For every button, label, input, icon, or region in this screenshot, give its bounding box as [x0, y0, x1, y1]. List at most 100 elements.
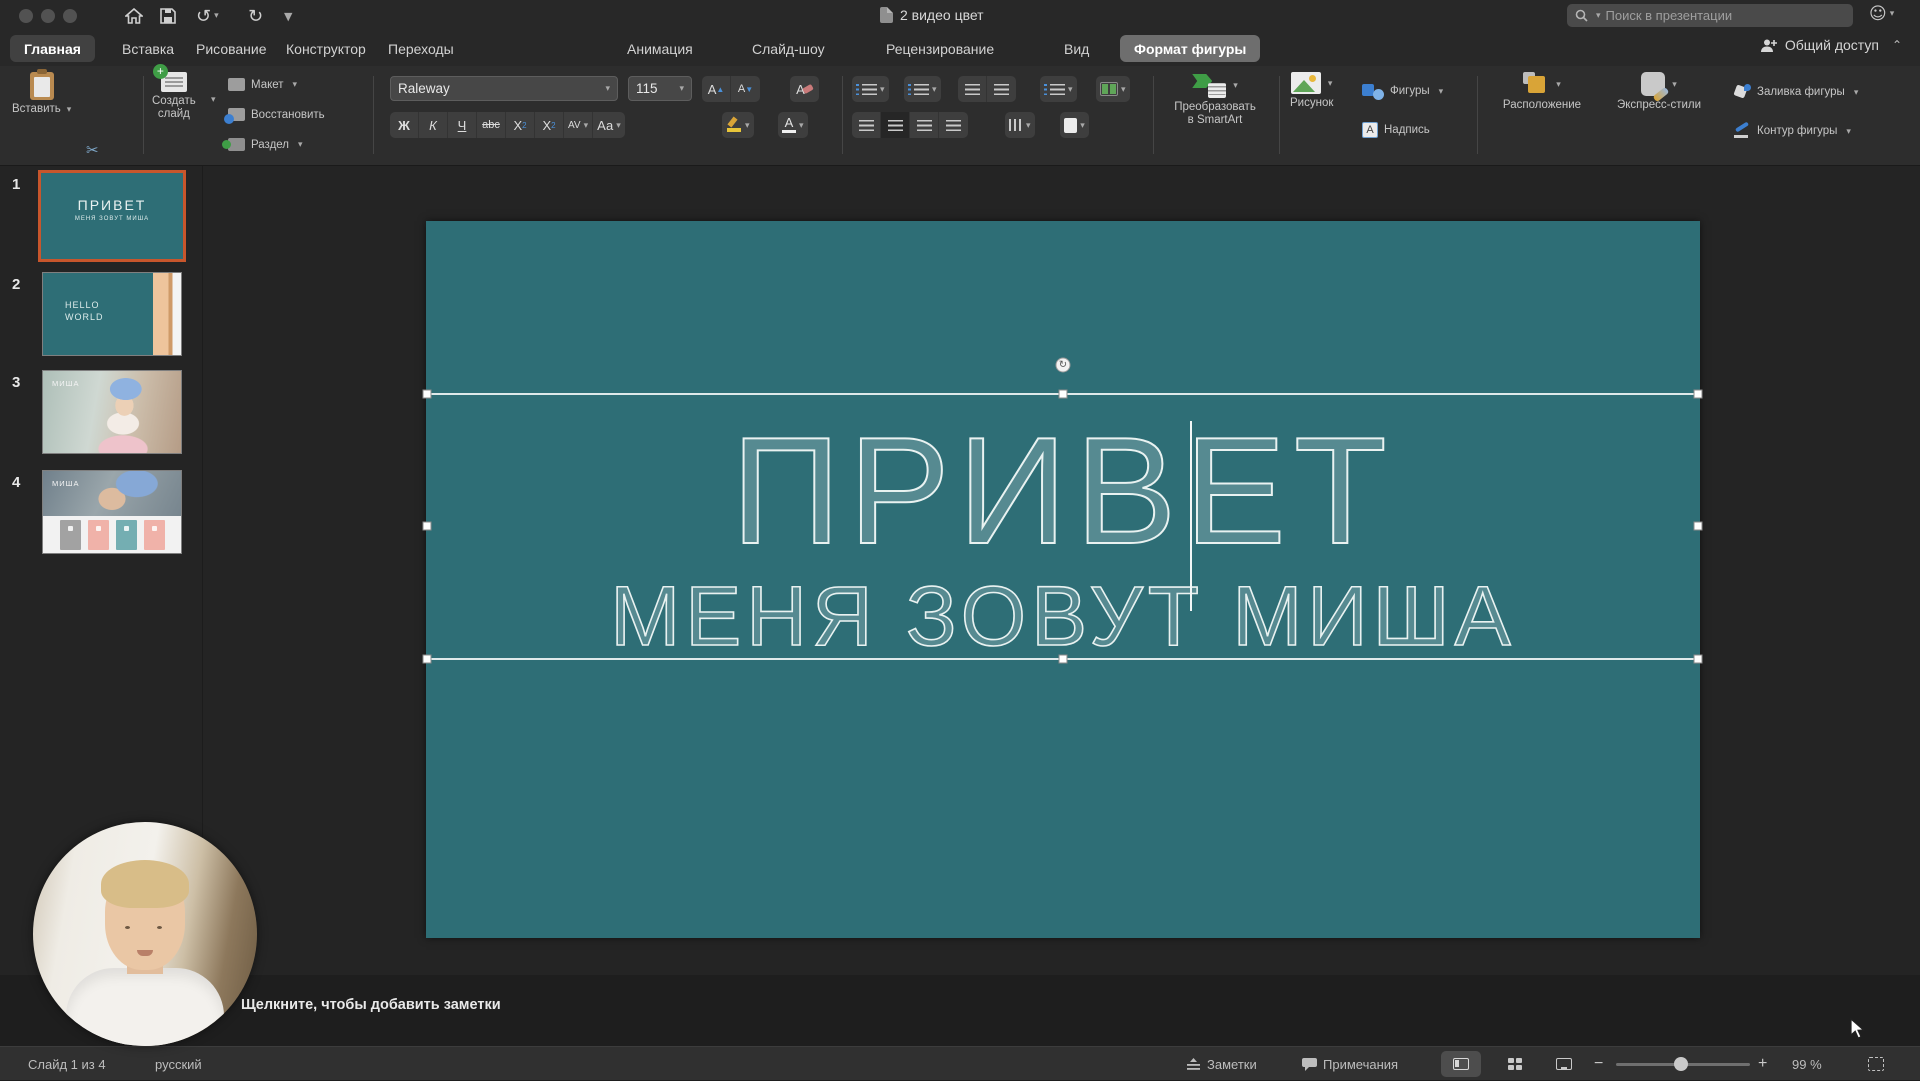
tab-slideshow[interactable]: Слайд-шоу	[738, 35, 839, 62]
tab-design[interactable]: Конструктор	[272, 35, 380, 62]
change-case-button[interactable]: Аа▾	[593, 112, 625, 138]
arrange-button[interactable]: ▾ Расположение	[1490, 72, 1594, 112]
tab-review[interactable]: Рецензирование	[872, 35, 1008, 62]
tab-draw[interactable]: Рисование	[182, 35, 281, 62]
slideshow-view-button[interactable]	[1544, 1051, 1584, 1077]
zoom-slider-knob[interactable]	[1674, 1057, 1688, 1071]
align-left-button[interactable]	[852, 112, 881, 138]
quick-styles-button[interactable]: ▾ Экспресс-стили	[1600, 72, 1718, 112]
convert-to-smartart-button[interactable]: ▾ Преобразовать в SmartArt	[1160, 72, 1270, 127]
reset-button[interactable]: Восстановить	[228, 108, 325, 121]
ribbon-divider	[842, 76, 843, 154]
numbering-button[interactable]: ▾	[904, 76, 941, 102]
resize-handle-bottom-right[interactable]	[1694, 655, 1703, 664]
character-spacing-button[interactable]: AV▾	[564, 112, 593, 138]
resize-handle-bottom-center[interactable]	[1059, 655, 1068, 664]
text-direction-button[interactable]: ▾	[1005, 112, 1035, 138]
slide-thumbnail-4[interactable]: МИША	[42, 470, 182, 554]
resize-handle-top-right[interactable]	[1694, 390, 1703, 399]
italic-button[interactable]: К	[419, 112, 448, 138]
columns-button[interactable]: ▾	[1096, 76, 1130, 102]
comments-toggle[interactable]: Примечания	[1302, 1047, 1398, 1081]
reset-icon	[228, 108, 245, 121]
insert-textbox-button[interactable]: A Надпись	[1362, 122, 1430, 138]
paste-button[interactable]: Вставить ▾	[12, 72, 71, 116]
zoom-window-button[interactable]	[63, 9, 77, 23]
ribbon-tabs: Главная Вставка Рисование Конструктор Пе…	[0, 32, 1920, 66]
minimize-window-button[interactable]	[41, 9, 55, 23]
tab-transitions[interactable]: Переходы	[374, 35, 468, 62]
search-input[interactable]: ▾ Поиск в презентации	[1567, 4, 1853, 27]
strikethrough-button[interactable]: abc	[477, 112, 506, 138]
resize-handle-middle-right[interactable]	[1694, 522, 1703, 531]
increase-indent-button[interactable]	[987, 76, 1016, 102]
tab-view[interactable]: Вид	[1050, 35, 1103, 62]
justify-button[interactable]	[939, 112, 968, 138]
indent-group	[958, 76, 1016, 102]
slide-thumbnail-2[interactable]: HELLO WORLD	[42, 272, 182, 356]
cut-button[interactable]: ✂	[86, 138, 99, 162]
slide-sorter-view-button[interactable]	[1495, 1051, 1535, 1077]
tab-shape-format[interactable]: Формат фигуры	[1120, 35, 1260, 62]
language-indicator[interactable]: русский	[155, 1047, 202, 1081]
close-window-button[interactable]	[19, 9, 33, 23]
slide-sorter-icon	[1508, 1058, 1522, 1070]
toolbar-options-chevron-icon[interactable]: ▼	[284, 4, 292, 28]
bullets-button[interactable]: ▾	[852, 76, 889, 102]
save-icon[interactable]	[160, 4, 176, 28]
fit-slide-button[interactable]	[1868, 1047, 1884, 1081]
thumb-4-caption: МИША	[52, 479, 80, 488]
search-scope-chevron-icon[interactable]: ▾	[1596, 10, 1601, 21]
notes-placeholder[interactable]: Щелкните, чтобы добавить заметки	[241, 997, 501, 1013]
slide-canvas[interactable]: ПРИВЕТ МЕНЯ ЗОВУТ МИША ↻	[426, 221, 1700, 938]
notes-pane[interactable]: Щелкните, чтобы добавить заметки	[0, 975, 1920, 1046]
multilevel-list-button[interactable]: ▾	[1040, 76, 1077, 102]
align-center-button[interactable]	[881, 112, 910, 138]
align-right-button[interactable]	[910, 112, 939, 138]
font-size-select[interactable]: 115▾	[628, 76, 692, 101]
tab-insert[interactable]: Вставка	[108, 35, 188, 62]
tab-main[interactable]: Главная	[10, 35, 95, 62]
zoom-in-button[interactable]: +	[1758, 1047, 1767, 1081]
section-button[interactable]: Раздел▾	[228, 138, 303, 151]
font-name-select[interactable]: Raleway▾	[390, 76, 618, 101]
zoom-percentage[interactable]: 99 %	[1792, 1047, 1822, 1081]
redo-button[interactable]: ↻	[248, 4, 263, 28]
shape-fill-button[interactable]: Заливка фигуры▾	[1733, 84, 1858, 100]
home-icon[interactable]	[125, 4, 143, 28]
superscript-button[interactable]: X2	[506, 112, 535, 138]
resize-handle-middle-left[interactable]	[423, 522, 432, 531]
undo-button[interactable]: ↺▾	[196, 4, 219, 28]
increase-font-button[interactable]: A▲	[702, 76, 731, 102]
insert-picture-button[interactable]: ▾ Рисунок	[1290, 72, 1333, 110]
subscript-button[interactable]: X2	[535, 112, 564, 138]
tab-animation[interactable]: Анимация	[613, 35, 707, 62]
font-color-button[interactable]: А▾	[778, 112, 808, 138]
resize-handle-bottom-left[interactable]	[423, 655, 432, 664]
zoom-out-button[interactable]: −	[1594, 1047, 1603, 1081]
slide-title-text[interactable]: ПРИВЕТ	[426, 416, 1700, 566]
layout-button[interactable]: Макет▾	[228, 78, 297, 91]
shape-outline-button[interactable]: Контур фигуры▾	[1733, 124, 1851, 138]
resize-handle-top-center[interactable]	[1059, 390, 1068, 399]
notes-toggle[interactable]: Заметки	[1186, 1047, 1257, 1081]
text-highlight-button[interactable]: ▾	[722, 112, 754, 138]
decrease-indent-button[interactable]	[958, 76, 987, 102]
underline-button[interactable]: Ч	[448, 112, 477, 138]
feedback-smiley-icon[interactable]: ☺▾	[1869, 4, 1894, 24]
resize-handle-top-left[interactable]	[423, 390, 432, 399]
slide-subtitle-text[interactable]: МЕНЯ ЗОВУТ МИША	[426, 573, 1700, 659]
slide-thumbnail-1[interactable]: ПРИВЕТ МЕНЯ ЗОВУТ МИША	[38, 170, 186, 262]
share-button[interactable]: Общий доступ ⌃	[1760, 37, 1902, 53]
slide-thumbnail-3[interactable]: МИША	[42, 370, 182, 454]
clear-formatting-button[interactable]: A	[790, 76, 819, 102]
bold-button[interactable]: Ж	[390, 112, 419, 138]
collapse-ribbon-chevron-icon[interactable]: ⌃	[1892, 38, 1902, 52]
status-bar: Слайд 1 из 4 русский Заметки Примечания …	[0, 1046, 1920, 1080]
rotate-handle[interactable]: ↻	[1056, 358, 1071, 373]
align-text-button[interactable]: ▾	[1060, 112, 1089, 138]
decrease-font-button[interactable]: A▼	[731, 76, 760, 102]
normal-view-button[interactable]	[1441, 1051, 1481, 1077]
insert-shapes-button[interactable]: Фигуры▾	[1362, 82, 1443, 100]
new-slide-button[interactable]: Создать слайд	[152, 72, 196, 121]
